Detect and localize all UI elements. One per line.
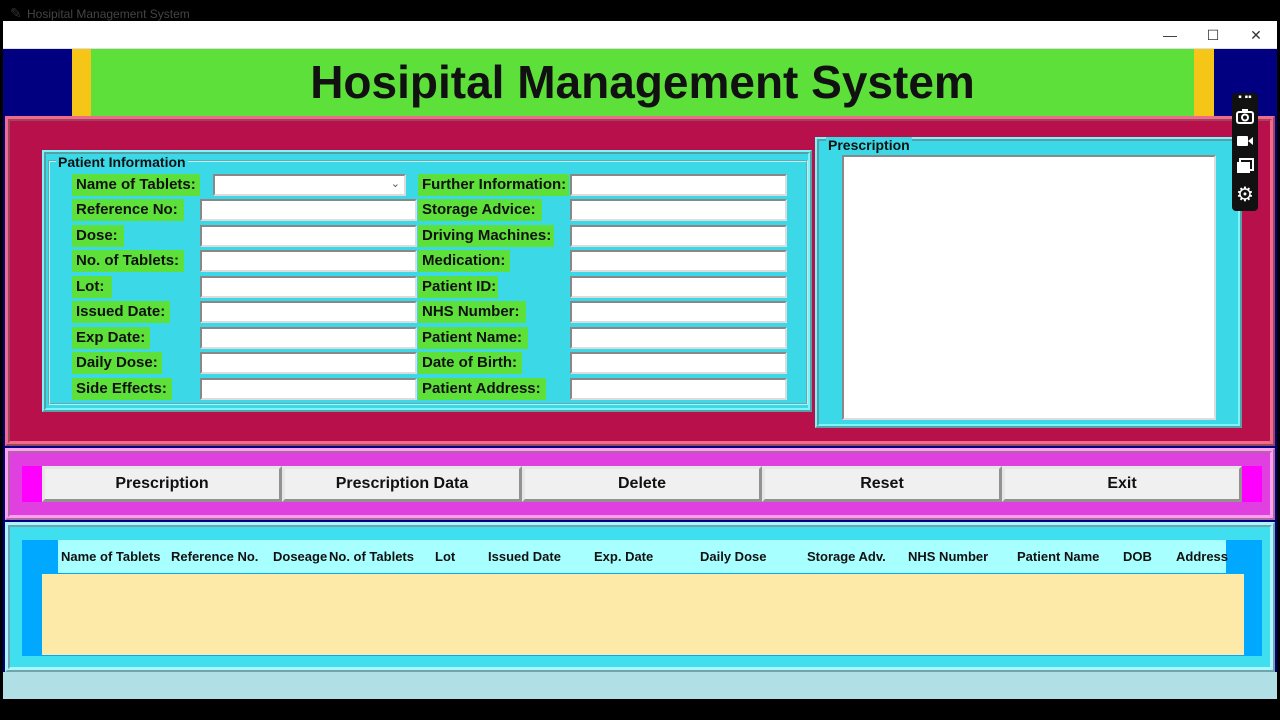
patient-address-field[interactable] (570, 378, 787, 400)
page-title: Hosipital Management System (310, 56, 975, 108)
column-header[interactable]: Issued Date (488, 540, 561, 573)
label-nhs-number: NHS Number: (418, 301, 526, 323)
column-header[interactable]: Patient Name (1017, 540, 1099, 573)
label-reference-no: Reference No: (72, 199, 184, 221)
prescription-legend: Prescription (826, 137, 912, 153)
name-of-tablets-combobox[interactable]: ⌄ (213, 174, 406, 196)
column-header[interactable]: Address (1176, 540, 1228, 573)
dose-field[interactable] (200, 225, 417, 247)
label-date-of-birth: Date of Birth: (418, 352, 522, 374)
label-patient-id: Patient ID: (418, 276, 498, 298)
no-of-tablets-field[interactable] (200, 250, 417, 272)
gear-icon[interactable]: ⚙ (1234, 184, 1256, 206)
window-titlebar (3, 21, 1277, 49)
label-side-effects: Side Effects: (72, 378, 172, 400)
more-icon[interactable]: ▪ ▪▪ (1234, 93, 1256, 105)
delete-button[interactable]: Delete (522, 466, 762, 502)
prescription-textarea[interactable] (842, 155, 1216, 420)
copy-icon[interactable] (1234, 158, 1256, 180)
column-header[interactable]: No. of Tablets (329, 540, 414, 573)
maximize-button[interactable]: ☐ (1193, 24, 1233, 46)
window-title: Hosipital Management System (27, 7, 190, 21)
driving-machines-field[interactable] (570, 225, 787, 247)
patient-info-legend: Patient Information (56, 154, 188, 170)
video-icon[interactable] (1234, 133, 1256, 155)
label-driving-machines: Driving Machines: (418, 225, 554, 247)
label-name-of-tablets: Name of Tablets: (72, 174, 200, 196)
label-lot: Lot: (72, 276, 112, 298)
label-storage-advice: Storage Advice: (418, 199, 542, 221)
minimize-button[interactable]: — (1150, 24, 1190, 46)
side-effects-field[interactable] (200, 378, 417, 400)
column-header[interactable]: Reference No. (171, 540, 258, 573)
column-header[interactable]: Name of Tablets (61, 540, 160, 573)
label-further-information: Further Information: (418, 174, 569, 196)
patient-name-field[interactable] (570, 327, 787, 349)
feather-icon: ✎ (10, 5, 22, 21)
column-header[interactable]: Lot (435, 540, 455, 573)
daily-dose-field[interactable] (200, 352, 417, 374)
column-header[interactable]: Storage Adv. (807, 540, 886, 573)
storage-advice-field[interactable] (570, 199, 787, 221)
label-dose: Dose: (72, 225, 124, 247)
reference-no-field[interactable] (200, 199, 417, 221)
patient-id-field[interactable] (570, 276, 787, 298)
date-of-birth-field[interactable] (570, 352, 787, 374)
label-daily-dose: Daily Dose: (72, 352, 162, 374)
column-header[interactable]: Exp. Date (594, 540, 653, 573)
lot-field[interactable] (200, 276, 417, 298)
chevron-down-icon[interactable]: ⌄ (391, 177, 400, 190)
prescription-button[interactable]: Prescription (42, 466, 282, 502)
exp-date-field[interactable] (200, 327, 417, 349)
column-header[interactable]: NHS Number (908, 540, 988, 573)
label-no-of-tablets: No. of Tablets: (72, 250, 184, 272)
label-medication: Medication: (418, 250, 510, 272)
status-bar (3, 672, 1277, 699)
nhs-number-field[interactable] (570, 301, 787, 323)
issued-date-field[interactable] (200, 301, 417, 323)
camera-icon[interactable] (1234, 108, 1256, 130)
table-body[interactable] (42, 574, 1244, 655)
medication-field[interactable] (570, 250, 787, 272)
column-header[interactable]: Doseage (273, 540, 327, 573)
exit-button[interactable]: Exit (1002, 466, 1242, 502)
label-patient-name: Patient Name: (418, 327, 528, 349)
reset-button[interactable]: Reset (762, 466, 1002, 502)
prescription-data-button[interactable]: Prescription Data (282, 466, 522, 502)
close-button[interactable]: ✕ (1236, 24, 1276, 46)
label-issued-date: Issued Date: (72, 301, 170, 323)
column-header[interactable]: Daily Dose (700, 540, 766, 573)
label-patient-address: Patient Address: (418, 378, 546, 400)
label-exp-date: Exp Date: (72, 327, 150, 349)
further-information-field[interactable] (570, 174, 787, 196)
column-header[interactable]: DOB (1123, 540, 1152, 573)
